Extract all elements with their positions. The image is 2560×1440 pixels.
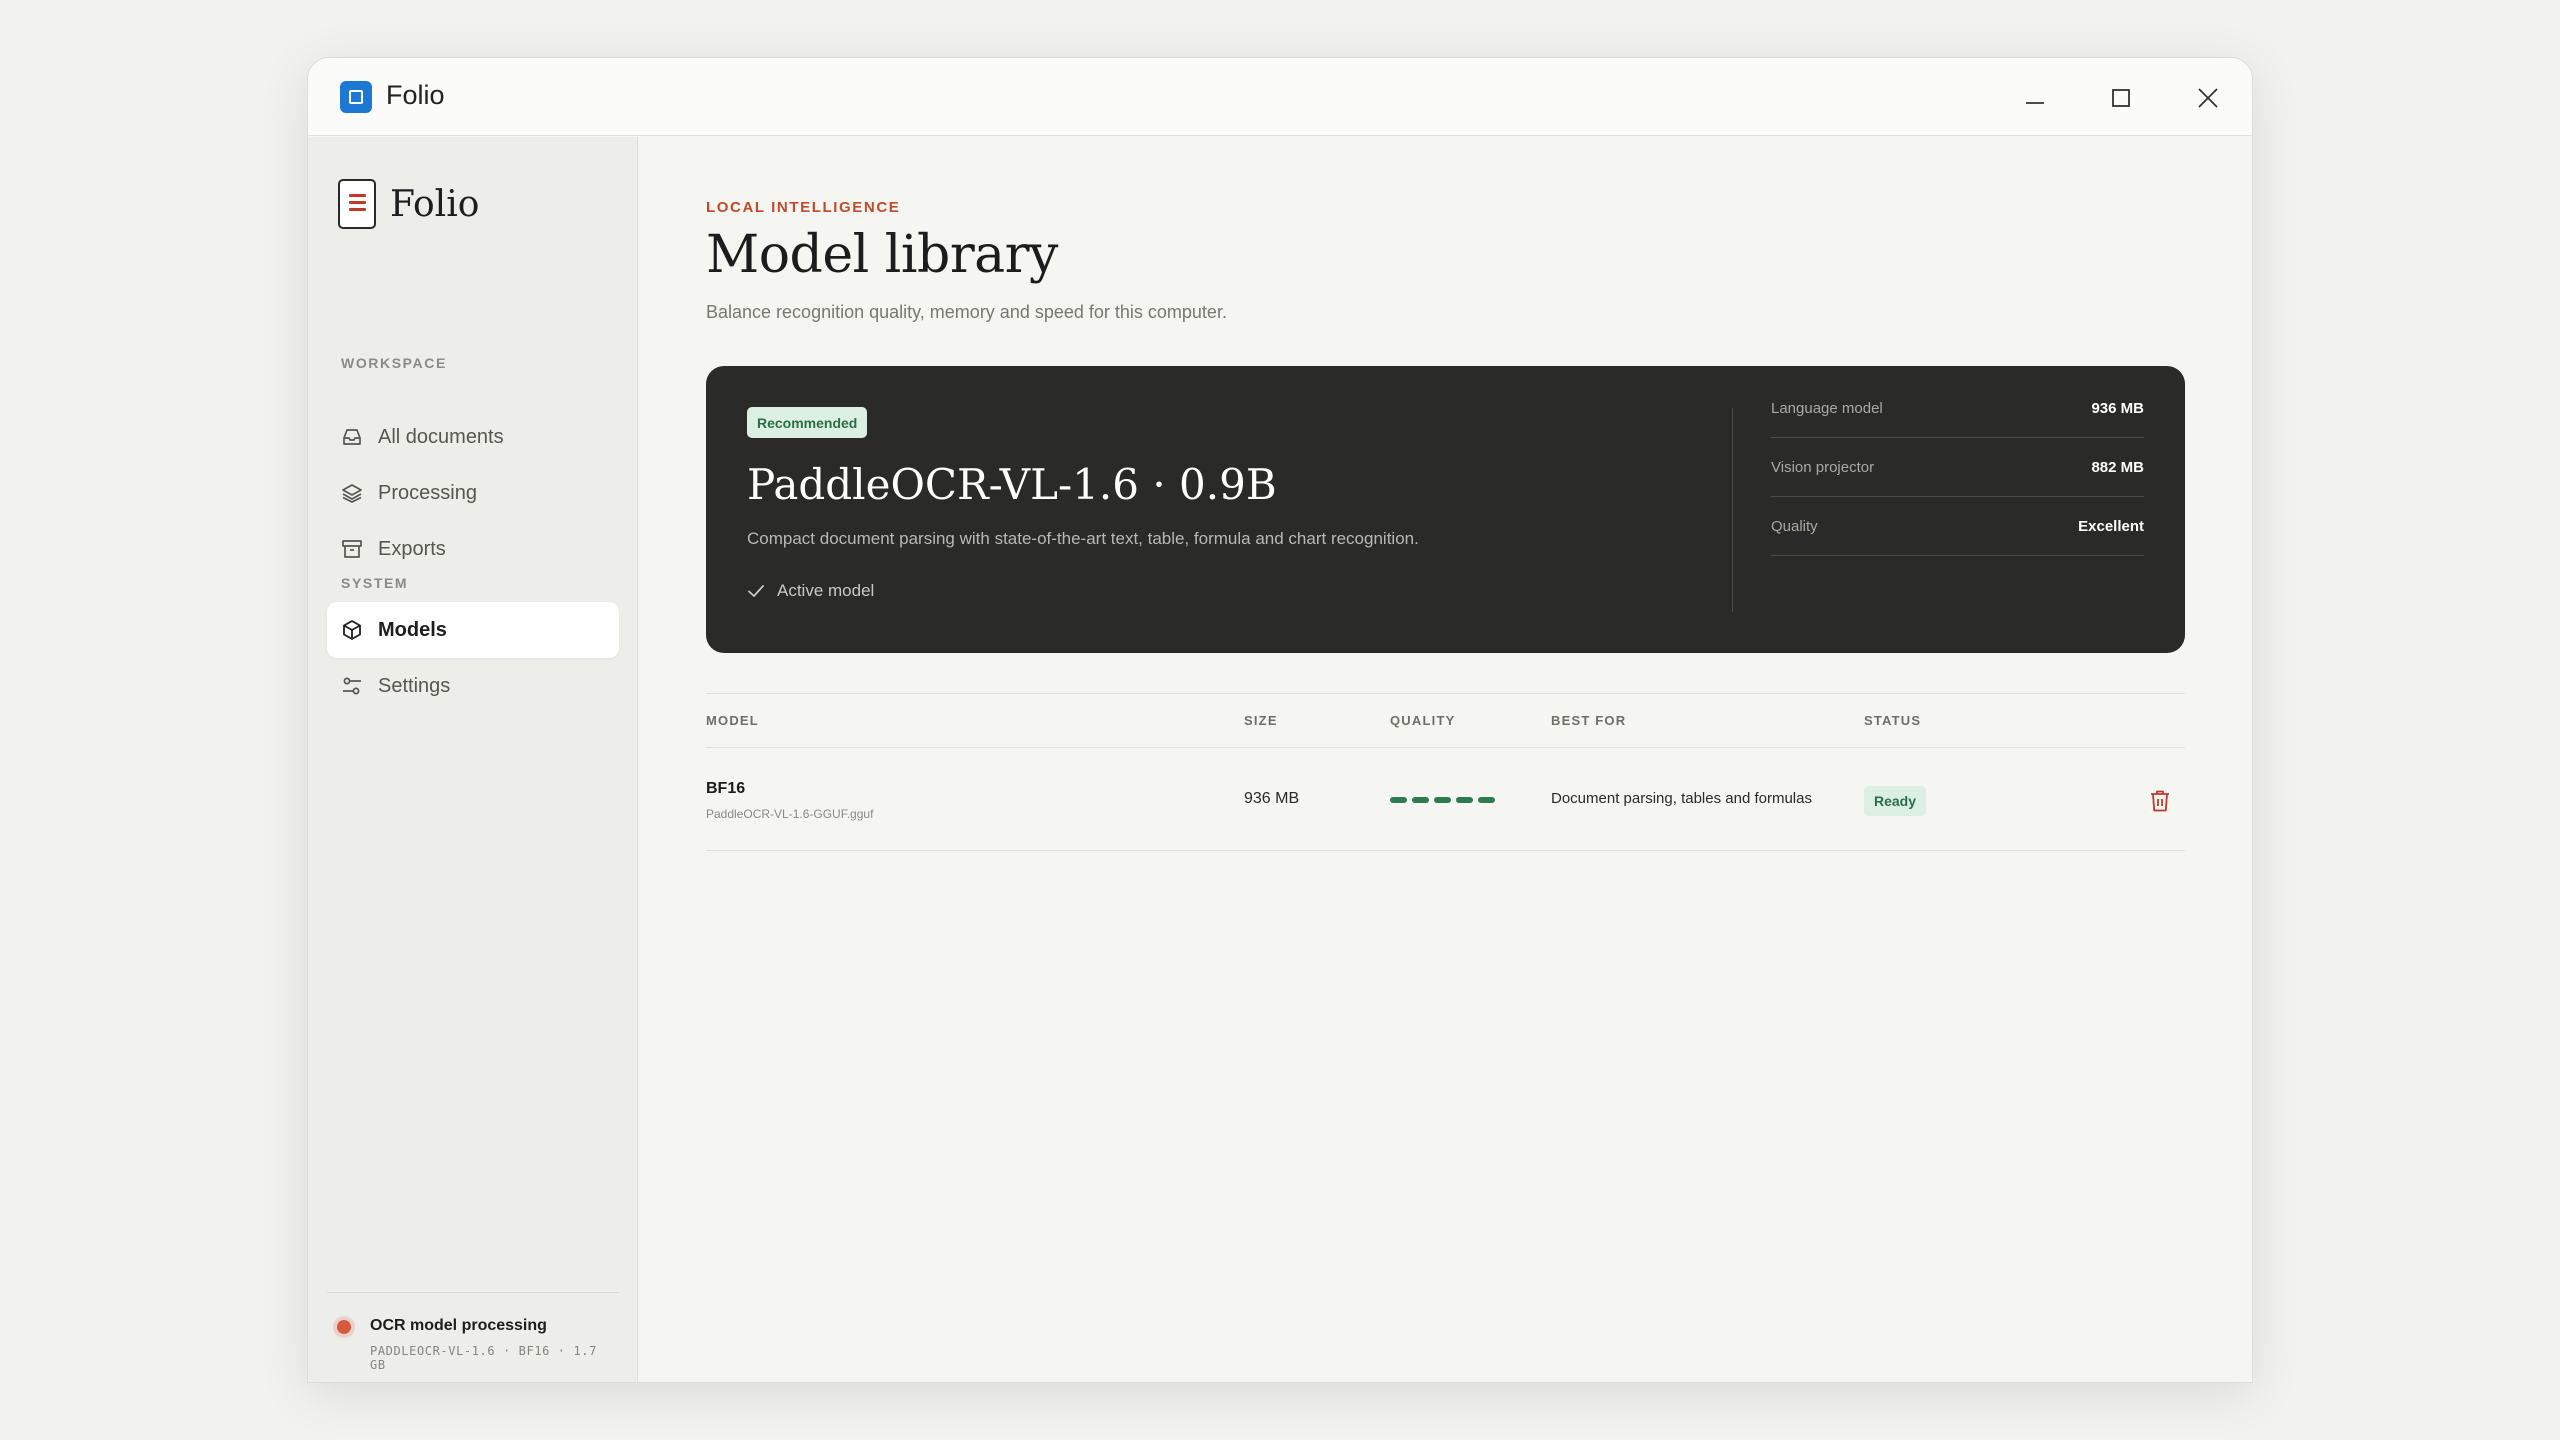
maximize-icon bbox=[2112, 89, 2130, 107]
hero-model-description: Compact document parsing with state-of-t… bbox=[747, 529, 1419, 548]
sidebar-item-models[interactable]: Models bbox=[327, 602, 619, 658]
sidebar-item-label: Processing bbox=[378, 481, 477, 504]
column-header-size[interactable]: SIZE bbox=[1244, 713, 1278, 728]
sidebar: Folio WORKSPACE All documents Processing… bbox=[308, 137, 638, 1382]
column-header-status[interactable]: STATUS bbox=[1864, 713, 1921, 728]
section-eyebrow: LOCAL INTELLIGENCE bbox=[706, 199, 901, 216]
hero-model-title: PaddleOCR-VL-1.6 · 0.9B bbox=[747, 460, 1277, 509]
page-title: Model library bbox=[706, 225, 1058, 285]
layers-icon bbox=[341, 482, 363, 504]
status-dot bbox=[337, 1320, 351, 1334]
status-title: OCR model processing bbox=[370, 1317, 547, 1334]
check-icon bbox=[748, 585, 764, 597]
table-header: MODEL SIZE QUALITY BEST FOR STATUS bbox=[706, 693, 2185, 748]
sidebar-item-processing[interactable]: Processing bbox=[327, 465, 619, 521]
sidebar-item-label: Exports bbox=[378, 537, 446, 560]
spec-key: Language model bbox=[1771, 399, 1883, 417]
close-icon bbox=[2198, 88, 2218, 108]
status-badge: Ready bbox=[1864, 786, 1927, 816]
quality-rating bbox=[1390, 797, 1495, 803]
spec-language-model: Language model 936 MB bbox=[1771, 379, 2144, 438]
system-section-label: SYSTEM bbox=[341, 575, 409, 591]
delete-model-button[interactable] bbox=[2146, 787, 2174, 815]
sidebar-item-all-documents[interactable]: All documents bbox=[327, 409, 619, 465]
quality-bar-segment bbox=[1412, 797, 1429, 803]
brand-name: Folio bbox=[390, 183, 480, 225]
quality-bar-segment bbox=[1390, 797, 1407, 803]
sidebar-item-exports[interactable]: Exports bbox=[327, 521, 619, 577]
page-subtitle: Balance recognition quality, memory and … bbox=[706, 302, 1227, 322]
cube-icon bbox=[341, 619, 363, 641]
spec-value: 882 MB bbox=[2091, 458, 2144, 476]
spec-vision-projector: Vision projector 882 MB bbox=[1771, 438, 2144, 497]
brand[interactable]: Folio bbox=[338, 179, 479, 229]
table-row[interactable]: BF16 PaddleOCR-VL-1.6-GGUF.gguf 936 MB D… bbox=[706, 749, 2185, 851]
main-content: LOCAL INTELLIGENCE Model library Balance… bbox=[639, 137, 2252, 1382]
model-name: BF16 bbox=[706, 780, 746, 797]
sidebar-item-label: All documents bbox=[378, 425, 504, 448]
minimize-button[interactable] bbox=[2013, 76, 2057, 120]
trash-icon bbox=[2151, 790, 2169, 812]
title-bar: Folio bbox=[308, 58, 2252, 136]
sidebar-item-label: Settings bbox=[378, 674, 451, 697]
sidebar-item-settings[interactable]: Settings bbox=[327, 658, 619, 714]
window-title: Folio bbox=[386, 80, 445, 110]
column-header-best-for[interactable]: BEST FOR bbox=[1551, 713, 1626, 728]
minimize-icon bbox=[2026, 102, 2044, 104]
sidebar-item-label: Models bbox=[378, 618, 447, 641]
column-header-quality[interactable]: QUALITY bbox=[1390, 713, 1455, 728]
document-logo-icon bbox=[338, 179, 376, 229]
model-filename: PaddleOCR-VL-1.6-GGUF.gguf bbox=[706, 807, 874, 821]
archive-icon bbox=[341, 538, 363, 560]
processing-status: OCR model processing PADDLEOCR-VL-1.6 · … bbox=[327, 1292, 619, 1382]
close-button[interactable] bbox=[2186, 76, 2230, 120]
quality-bar-segment bbox=[1478, 797, 1495, 803]
column-header-model[interactable]: MODEL bbox=[706, 713, 759, 728]
spec-value: 936 MB bbox=[2091, 399, 2144, 417]
quality-bar-segment bbox=[1456, 797, 1473, 803]
model-size: 936 MB bbox=[1244, 790, 1300, 807]
workspace-section-label: WORKSPACE bbox=[341, 355, 447, 371]
app-icon bbox=[340, 81, 372, 113]
quality-bar-segment bbox=[1434, 797, 1451, 803]
app-window: Folio Folio WORKSPACE All documents Proc… bbox=[307, 57, 2253, 1383]
inbox-icon bbox=[341, 426, 363, 448]
spec-key: Vision projector bbox=[1771, 458, 1875, 476]
active-model-label: Active model bbox=[777, 581, 875, 600]
spec-value: Excellent bbox=[2078, 517, 2144, 535]
recommended-model-card: Recommended PaddleOCR-VL-1.6 · 0.9B Comp… bbox=[706, 366, 2185, 653]
model-best-for: Document parsing, tables and formulas bbox=[1551, 790, 1812, 807]
recommended-badge: Recommended bbox=[747, 407, 868, 438]
sliders-icon bbox=[341, 675, 363, 697]
hero-divider bbox=[1732, 408, 1733, 612]
spec-key: Quality bbox=[1771, 517, 1818, 535]
maximize-button[interactable] bbox=[2099, 76, 2143, 120]
active-model-indicator: Active model bbox=[747, 581, 874, 601]
status-subtitle: PADDLEOCR-VL-1.6 · BF16 · 1.7 GB bbox=[370, 1344, 597, 1372]
spec-quality: Quality Excellent bbox=[1771, 497, 2144, 556]
